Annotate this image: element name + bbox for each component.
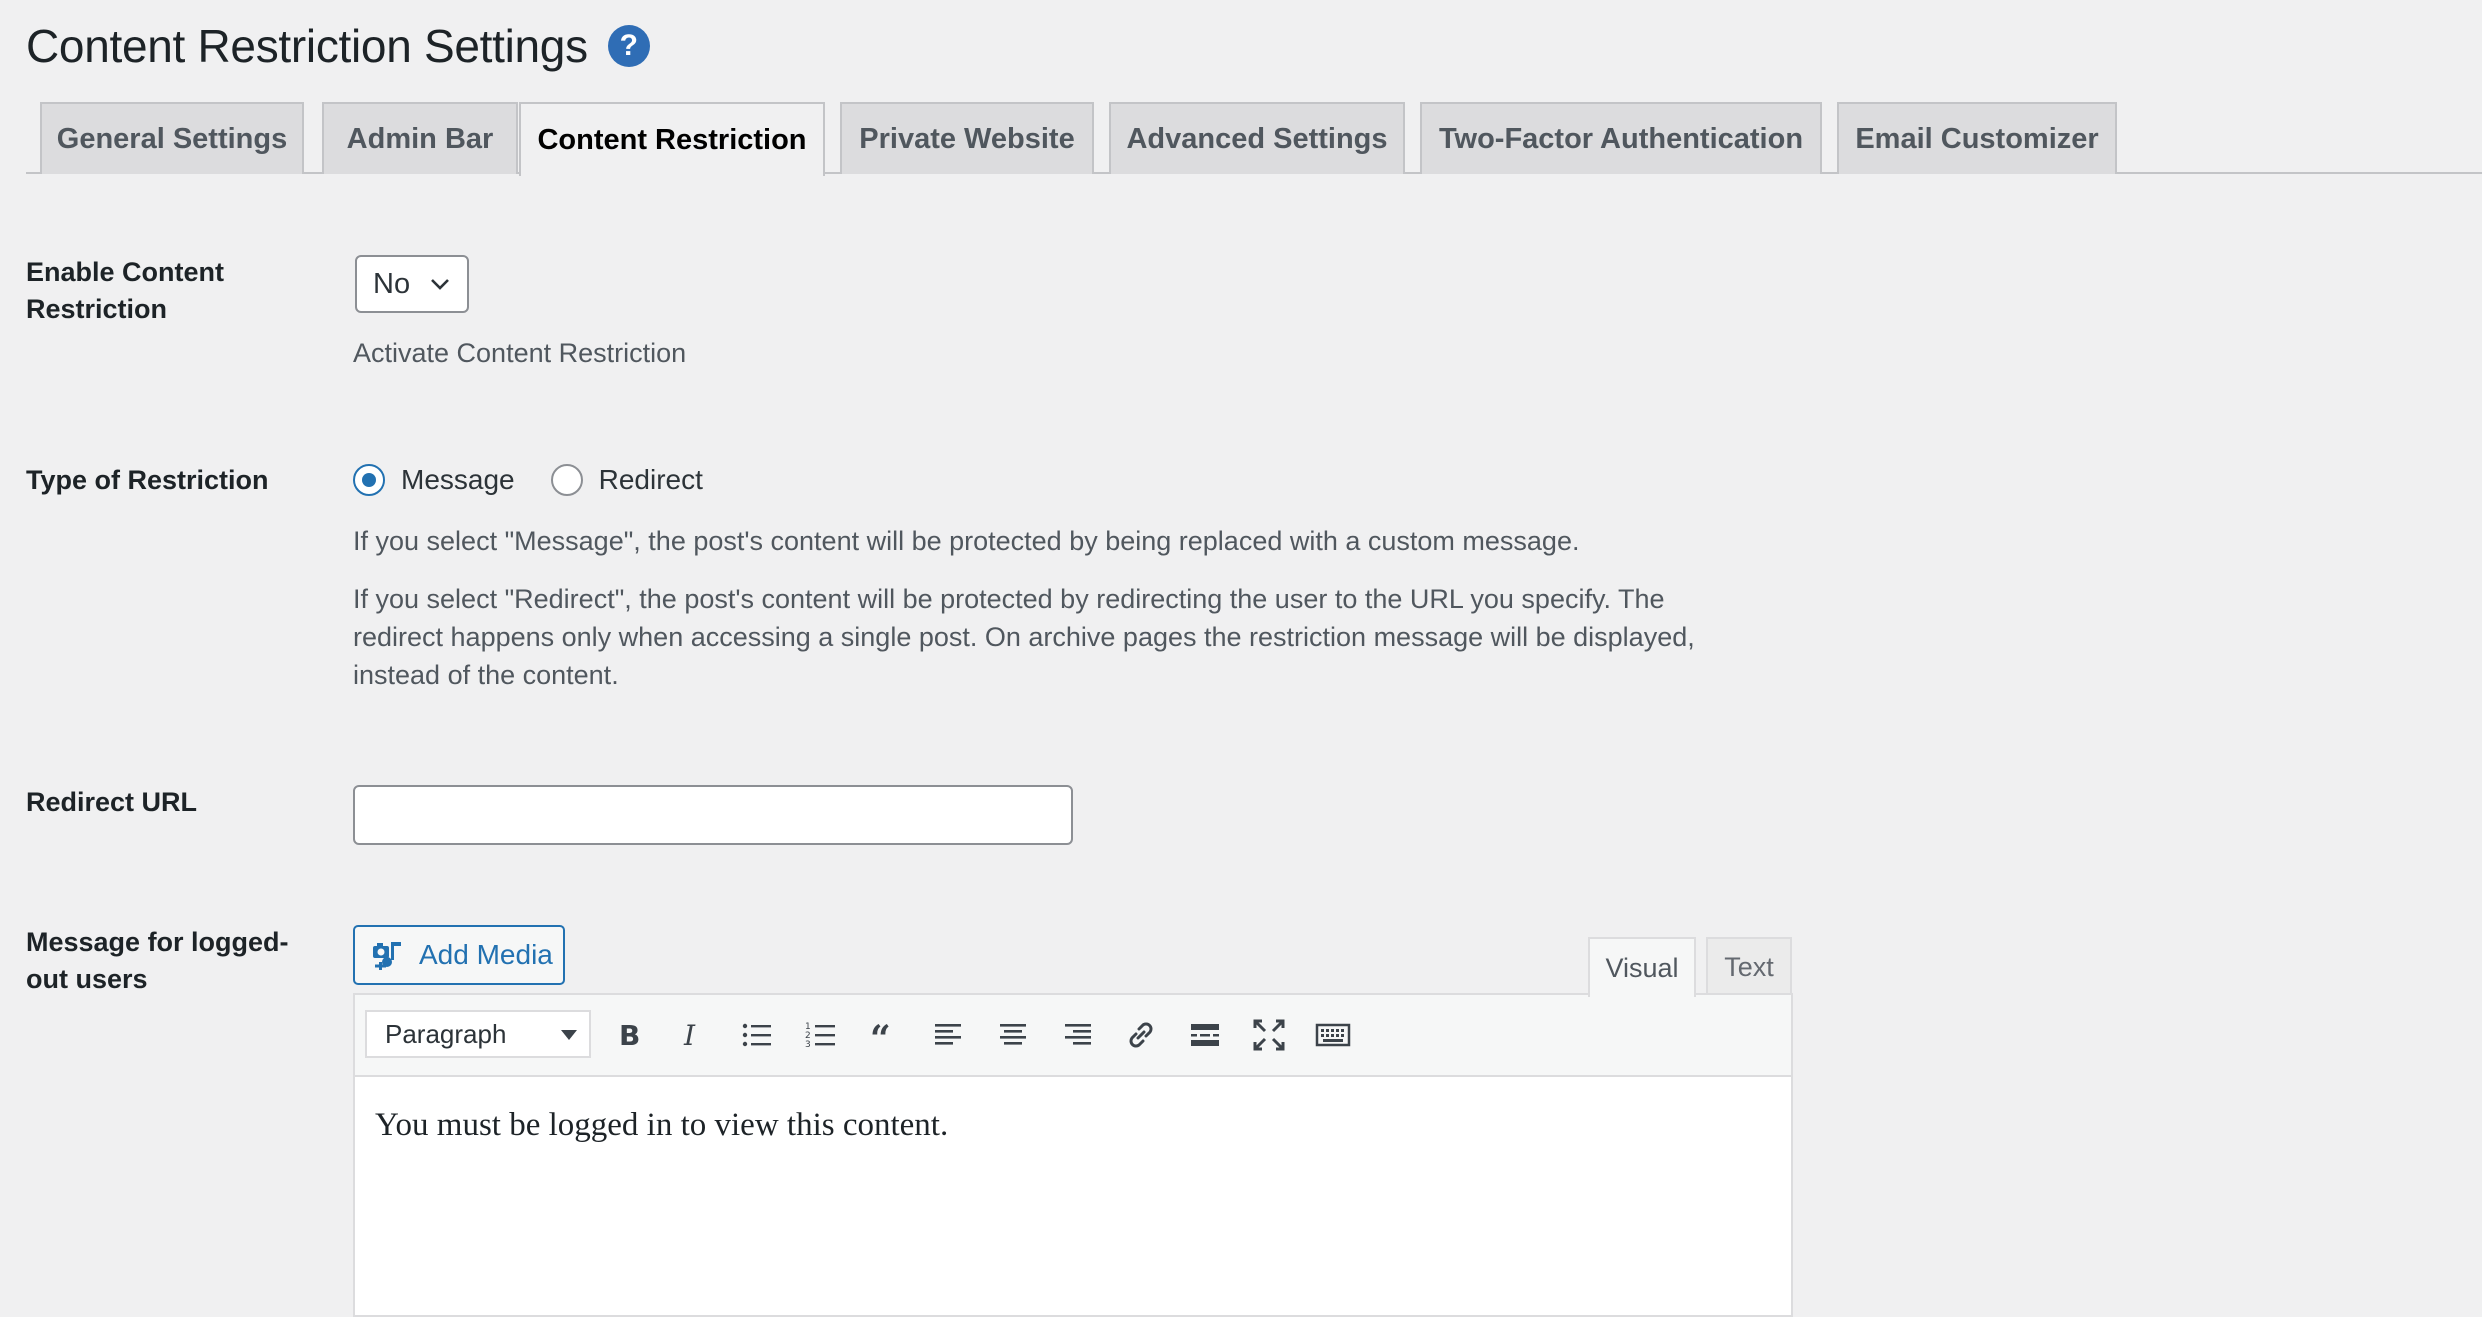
format-select[interactable]: Paragraph — [365, 1010, 591, 1058]
toolbar-toggle-button[interactable] — [1311, 1013, 1355, 1057]
enable-restriction-label: Enable Content Restriction — [26, 257, 225, 324]
svg-text:B: B — [619, 1019, 640, 1052]
editor-tab-text[interactable]: Text — [1706, 937, 1792, 995]
bold-icon: B — [619, 1019, 640, 1052]
align-left-icon — [935, 1024, 961, 1045]
bold-button[interactable]: B — [607, 1013, 651, 1057]
add-media-icon — [373, 942, 401, 970]
page-header: Content Restriction Settings ? — [26, 14, 650, 78]
fullscreen-icon — [1253, 1019, 1285, 1051]
radio-redirect-label: Redirect — [598, 464, 703, 495]
page-title: Content Restriction Settings — [26, 20, 588, 72]
help-icon[interactable]: ? — [607, 25, 650, 67]
enable-restriction-value: No — [373, 267, 411, 300]
bulleted-list-icon — [742, 1023, 771, 1047]
align-left-button[interactable] — [927, 1013, 971, 1057]
logged-out-message-label: Message for logged-out users — [26, 927, 289, 994]
keyboard-icon — [1315, 1023, 1351, 1047]
chevron-down-icon — [431, 279, 449, 290]
link-icon — [1129, 1022, 1153, 1048]
message-option-description: If you select "Message", the post's cont… — [353, 526, 1580, 556]
radio-option-message[interactable]: Message — [353, 464, 515, 496]
align-right-button[interactable] — [1055, 1013, 1099, 1057]
radio-redirect[interactable] — [550, 464, 583, 496]
read-more-button[interactable] — [1183, 1013, 1227, 1057]
restriction-type-radios: Message Redirect — [353, 464, 703, 496]
add-media-label: Add Media — [419, 939, 553, 970]
tab-email-customizer[interactable]: Email Customizer — [1837, 102, 2117, 174]
restriction-type-label: Type of Restriction — [26, 465, 269, 495]
tab-advanced-settings[interactable]: Advanced Settings — [1109, 102, 1405, 174]
add-media-button[interactable]: Add Media — [353, 925, 565, 985]
tab-private-website[interactable]: Private Website — [840, 102, 1094, 174]
numbered-list-icon: 1 2 3 — [805, 1022, 835, 1050]
redirect-url-label: Redirect URL — [26, 787, 198, 817]
blockquote-icon: “ — [870, 1018, 891, 1053]
svg-text:I: I — [683, 1019, 696, 1052]
editor-toolbar: Paragraph B I 1 2 3 “ — [353, 993, 1793, 1077]
align-center-button[interactable] — [991, 1013, 1035, 1057]
tab-two-factor-authentication[interactable]: Two-Factor Authentication — [1420, 102, 1822, 174]
radio-option-redirect[interactable]: Redirect — [550, 464, 703, 496]
read-more-icon — [1191, 1024, 1219, 1046]
enable-restriction-description: Activate Content Restriction — [353, 338, 687, 368]
tab-content-restriction[interactable]: Content Restriction — [519, 102, 825, 176]
italic-button[interactable]: I — [671, 1013, 715, 1057]
format-select-value: Paragraph — [385, 1018, 507, 1049]
settings-tabs: General Settings Admin Bar Content Restr… — [26, 102, 2482, 176]
align-center-icon — [1000, 1024, 1026, 1045]
numbered-list-button[interactable]: 1 2 3 — [799, 1013, 843, 1057]
editor-content[interactable]: You must be logged in to view this conte… — [353, 1077, 1793, 1317]
italic-icon: I — [683, 1019, 696, 1052]
redirect-option-description: If you select "Redirect", the post's con… — [353, 584, 1695, 690]
tab-admin-bar[interactable]: Admin Bar — [322, 102, 518, 174]
radio-message[interactable] — [353, 464, 385, 496]
blockquote-button[interactable]: “ — [863, 1013, 907, 1057]
fullscreen-button[interactable] — [1247, 1013, 1291, 1057]
align-right-icon — [1065, 1024, 1091, 1045]
tab-general-settings[interactable]: General Settings — [40, 102, 304, 174]
editor-tab-visual[interactable]: Visual — [1588, 937, 1696, 997]
enable-restriction-select[interactable]: No — [355, 255, 469, 313]
redirect-url-input[interactable] — [353, 785, 1073, 845]
svg-text:3: 3 — [805, 1040, 811, 1050]
editor-text: You must be logged in to view this conte… — [375, 1107, 949, 1143]
radio-message-label: Message — [401, 464, 515, 495]
caret-down-icon — [561, 1030, 577, 1040]
insert-link-button[interactable] — [1119, 1013, 1163, 1057]
bulleted-list-button[interactable] — [735, 1013, 779, 1057]
svg-text:“: “ — [870, 1018, 891, 1053]
